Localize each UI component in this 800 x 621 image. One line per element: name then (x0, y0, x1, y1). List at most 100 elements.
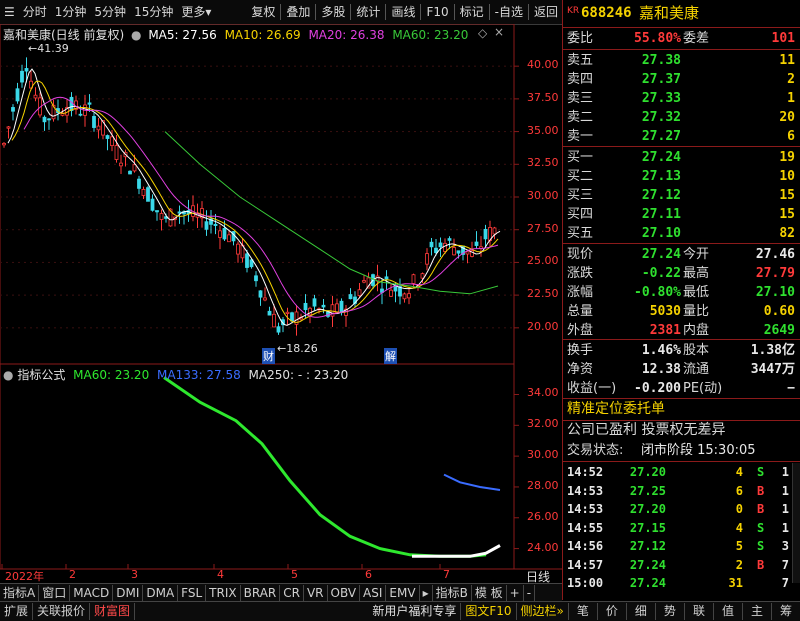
ask-row: 卖四 27.37 2 (563, 70, 800, 89)
tab-dma[interactable]: DMA (143, 584, 179, 601)
tab-moban[interactable]: 模 板 (472, 584, 507, 601)
stat2-label: 收益(一) (567, 381, 617, 396)
tick-scrollbar[interactable] (792, 463, 800, 583)
kline-chart-svg[interactable] (0, 24, 562, 584)
tick-row: 15:00 27.24 31 7 (563, 574, 800, 593)
related-quote-button[interactable]: 关联报价 (33, 603, 91, 620)
trade-status-label: 交易状态: (567, 443, 624, 458)
tab-emv[interactable]: EMV (386, 584, 420, 601)
menu-icon[interactable]: ☰ (0, 0, 19, 24)
f10-link[interactable]: 图文F10 (461, 603, 517, 620)
f10-button[interactable]: F10 (422, 0, 452, 24)
ask-price: 27.37 (641, 72, 681, 87)
tab-fsl[interactable]: FSL (178, 584, 207, 601)
tab-zhibiao-b[interactable]: 指标B (433, 584, 472, 601)
tab-zhibiao-a[interactable]: 指标A (0, 584, 40, 601)
tick-row: 14:55 27.15 4 S 1 (563, 519, 800, 538)
tick-volume: 4 (735, 465, 743, 479)
marker-jie[interactable]: 解 (384, 348, 397, 364)
tick-price: 27.20 (629, 465, 666, 479)
biaoji-button[interactable]: 标记 (456, 0, 488, 24)
tab-chou[interactable]: 筹 (772, 603, 800, 620)
stat2-label: 流通 (683, 362, 710, 377)
wealth-chart-button[interactable]: 财富图 (90, 603, 136, 620)
bid-volume: 15 (779, 188, 795, 203)
stat-row: 涨跌 -0.22 最高 27.79 (563, 264, 800, 283)
close-icon[interactable]: × (494, 25, 504, 39)
tab-bi[interactable]: 笔 (569, 603, 598, 620)
tongji-button[interactable]: 统计 (352, 0, 384, 24)
settings-icon[interactable]: ● (131, 28, 141, 42)
tick-count: 1 (781, 520, 789, 535)
tab-cr[interactable]: CR (280, 584, 304, 601)
tab-chuangkou[interactable]: 窗口 (39, 584, 71, 601)
bid-price: 27.24 (641, 150, 681, 165)
tab-brar[interactable]: BRAR (241, 584, 281, 601)
entrust-link[interactable]: 精准定位委托单 (567, 400, 665, 419)
market-prefix: KR (567, 6, 580, 16)
tab-5min[interactable]: 5分钟 (90, 0, 130, 24)
indicator-settings-icon[interactable]: ● (3, 368, 13, 382)
tab-shi[interactable]: 势 (656, 603, 685, 620)
diejia-button[interactable]: 叠加 (282, 0, 314, 24)
tab-trix[interactable]: TRIX (206, 584, 241, 601)
expand-icon[interactable]: ◇ (478, 26, 487, 40)
zoom-in-button[interactable]: + (507, 584, 524, 601)
quote-panel: KR 688246 嘉和美康 委比 55.80% 委差 101 卖五 27.38 1… (562, 0, 800, 600)
duogu-button[interactable]: 多股 (317, 0, 349, 24)
zixuan-button[interactable]: -自选 (491, 0, 527, 24)
company-note-row: 公司已盈利 投票权无差异 (563, 421, 800, 440)
huaxian-button[interactable]: 画线 (387, 0, 419, 24)
stat-value: 5030 (649, 304, 681, 319)
date-axis-label: 4 (217, 568, 224, 581)
date-axis-label: 2 (69, 568, 76, 581)
tab-fenshi[interactable]: 分时 (19, 0, 51, 24)
new-user-promo-link[interactable]: 新用户福利专享 (368, 603, 462, 620)
bid-row: 买一 27.24 19 (563, 148, 800, 167)
tick-side: S (757, 539, 765, 553)
tab-15min[interactable]: 15分钟 (130, 0, 177, 24)
tab-dmi[interactable]: DMI (113, 584, 144, 601)
tab-jia[interactable]: 价 (598, 603, 627, 620)
tick-price: 27.25 (629, 483, 666, 498)
sidebar-toggle[interactable]: 侧边栏» (517, 603, 569, 620)
stat-value: 27.79 (755, 266, 795, 281)
zoom-out-button[interactable]: - (524, 584, 536, 601)
tab-1min[interactable]: 1分钟 (51, 0, 91, 24)
tick-price: 27.15 (629, 520, 666, 535)
tick-volume: 31 (728, 576, 743, 590)
tick-time: 14:57 (567, 557, 604, 572)
bid-price: 27.11 (641, 207, 681, 222)
ask-volume: 20 (779, 110, 795, 125)
expand-button[interactable]: 扩展 (0, 603, 34, 620)
marker-cai[interactable]: 财 (262, 348, 275, 364)
tick-row: 14:57 27.24 2 B 7 (563, 556, 800, 575)
fuquan-button[interactable]: 复权 (247, 0, 279, 24)
stat2-row: 收益(一) -0.200 PE(动) − (563, 379, 800, 398)
tab-macd[interactable]: MACD (70, 584, 114, 601)
bid-volume: 15 (779, 207, 795, 222)
tick-side: B (757, 483, 765, 498)
indicator-name[interactable]: 指标公式 (17, 368, 65, 382)
bid-row: 买四 27.11 15 (563, 205, 800, 224)
tab-lian[interactable]: 联 (685, 603, 714, 620)
tick-count: 7 (781, 576, 789, 590)
more-dropdown[interactable]: 更多▾ (177, 0, 215, 24)
bid-row: 买三 27.12 15 (563, 186, 800, 205)
ask-row: 卖二 27.32 20 (563, 108, 800, 127)
tab-zhi[interactable]: 值 (714, 603, 743, 620)
tab-xi[interactable]: 细 (627, 603, 656, 620)
bid-label: 买五 (567, 226, 594, 241)
fanhui-button[interactable]: 返回 (530, 0, 562, 24)
tab-asi[interactable]: ASI (360, 584, 387, 601)
low-price-value: 18.26 (286, 342, 318, 355)
scroll-right-icon[interactable]: ▸ (420, 584, 433, 601)
ask-label: 卖二 (567, 110, 594, 125)
tab-zhu[interactable]: 主 (743, 603, 772, 620)
stat2-value: 12.38 (641, 362, 681, 377)
kline-chart-panel[interactable]: 嘉和美康(日线 前复权) ● MA5: 27.56 MA10: 26.69 MA… (0, 24, 562, 584)
ind-ma60-label: MA60: 23.20 (73, 368, 150, 382)
tab-vr[interactable]: VR (304, 584, 328, 601)
tab-obv[interactable]: OBV (328, 584, 361, 601)
webi-label: 委比 (567, 31, 594, 46)
